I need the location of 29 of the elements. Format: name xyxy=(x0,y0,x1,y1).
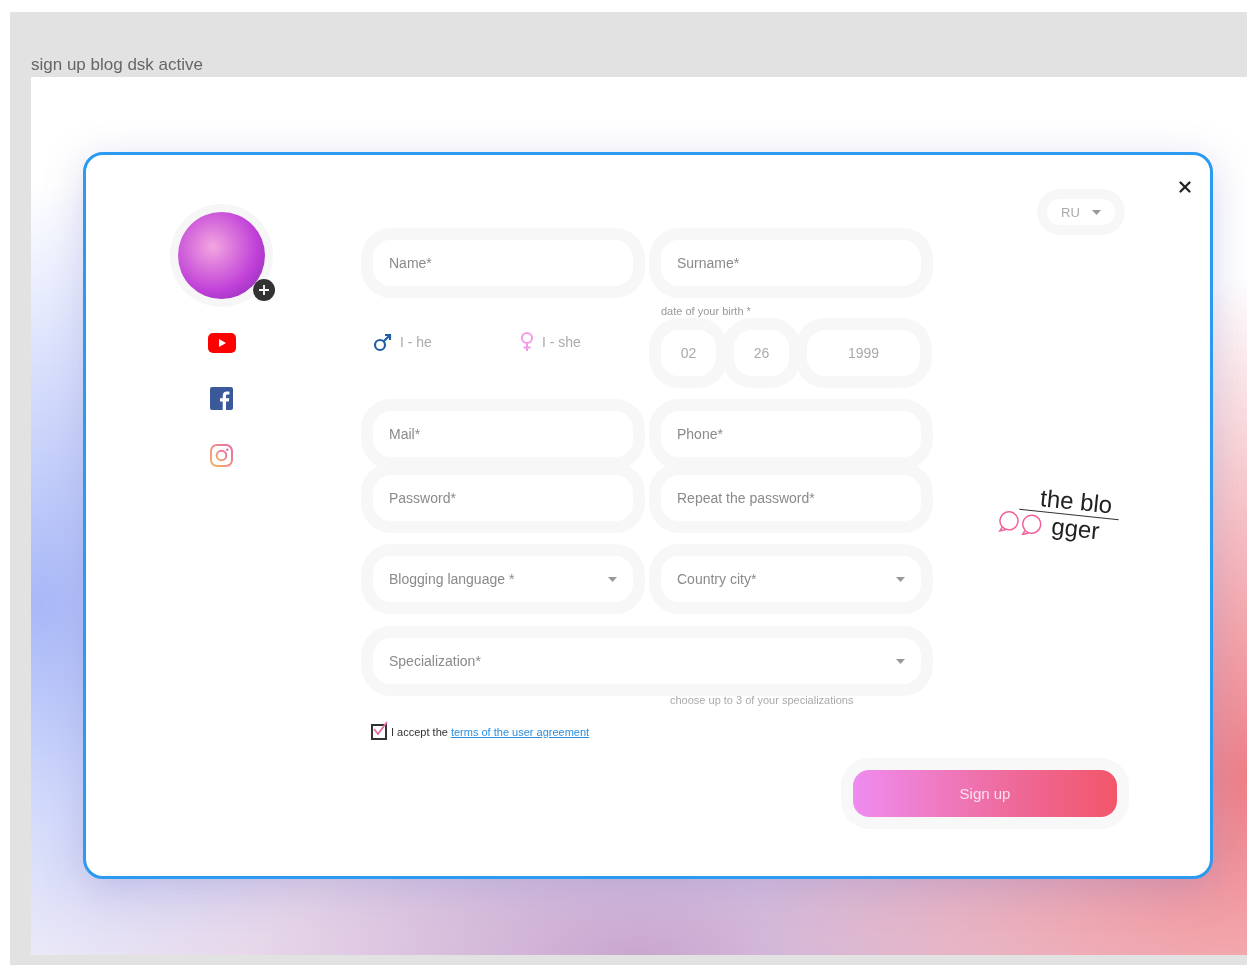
caret-icon xyxy=(896,576,905,582)
camera-outline-icon[interactable] xyxy=(210,444,233,467)
field-label: date of your birth * xyxy=(661,305,751,317)
gender-option[interactable]: I - he xyxy=(373,332,432,352)
add-photo-icon[interactable] xyxy=(253,279,275,301)
date-field[interactable]: 1999 xyxy=(807,330,920,376)
agreement-checkbox[interactable] xyxy=(371,724,387,740)
text-field[interactable]: Name* xyxy=(373,240,633,286)
date-field[interactable]: 02 xyxy=(661,330,716,376)
caret-icon xyxy=(1091,209,1101,215)
gender-option[interactable]: I - she xyxy=(519,332,581,352)
text-field[interactable]: Password* xyxy=(373,475,633,521)
text-field[interactable]: Surname* xyxy=(661,240,921,286)
caret-icon xyxy=(896,658,905,664)
video-play-icon[interactable] xyxy=(207,333,236,353)
f-letter-icon[interactable] xyxy=(210,387,233,410)
close-icon[interactable] xyxy=(1176,178,1194,196)
text-field[interactable]: Phone* xyxy=(661,411,921,457)
text-field[interactable]: Repeat the password* xyxy=(661,475,921,521)
field-hint: choose up to 3 of your specializations xyxy=(670,694,855,706)
text-field[interactable]: Mail* xyxy=(373,411,633,457)
caret-icon xyxy=(608,576,617,582)
male-symbol-icon xyxy=(373,332,392,352)
female-symbol-icon xyxy=(519,332,534,352)
terms-link[interactable]: terms of the user agreement xyxy=(450,726,590,738)
date-field[interactable]: 26 xyxy=(734,330,789,376)
agreement-text: I accept the terms of the user agreement xyxy=(391,726,590,738)
logo-drawing: the blo gger xyxy=(996,480,1122,547)
frame-title: sign up blog dsk active xyxy=(31,54,204,76)
